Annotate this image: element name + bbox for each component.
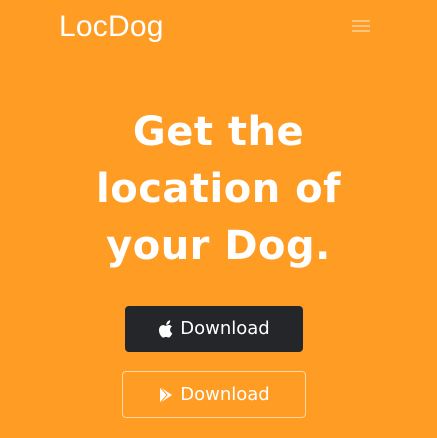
play-store-download-label: Download [180, 383, 270, 405]
navbar: LocDog [0, 0, 437, 56]
app-store-download-label: Download [180, 318, 270, 339]
play-store-download-button[interactable]: Download [122, 371, 306, 418]
brand-logo[interactable]: LocDog [59, 9, 164, 45]
hero-title-line: location of [96, 166, 341, 212]
hero-title-line: Get the [132, 109, 305, 155]
menu-toggle-button[interactable] [349, 15, 373, 37]
play-icon [158, 386, 174, 404]
hero-title-line: your Dog. [106, 223, 331, 269]
hero-title: Get the location of your Dog. [0, 104, 437, 275]
hamburger-menu-icon [349, 15, 373, 37]
app-store-download-button[interactable]: Download [125, 306, 303, 352]
apple-icon [158, 320, 174, 338]
